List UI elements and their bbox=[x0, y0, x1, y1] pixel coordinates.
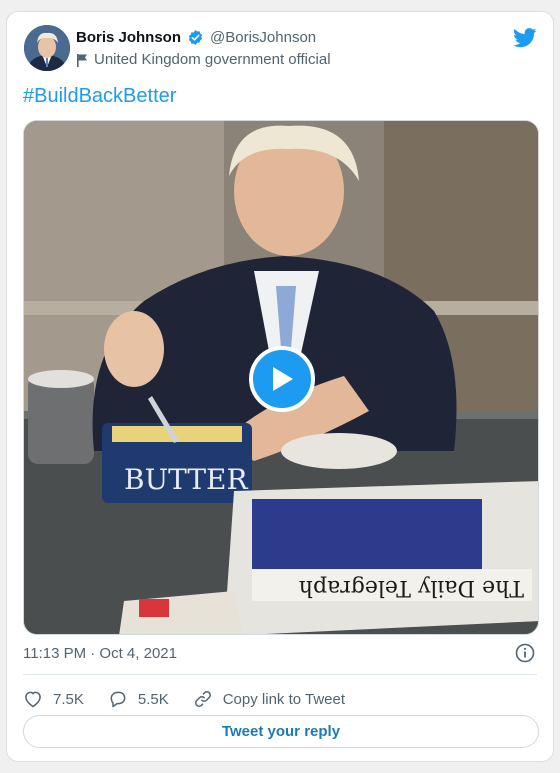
flag-icon bbox=[77, 53, 87, 67]
tweet-actions: 7.5K 5.5K Copy link to Tweet bbox=[23, 684, 345, 714]
play-button[interactable] bbox=[249, 346, 315, 412]
tweet-card: Boris Johnson @BorisJohnson United Kingd… bbox=[6, 11, 554, 762]
reply-count: 5.5K bbox=[137, 690, 169, 708]
reply-button[interactable]: 5.5K bbox=[108, 689, 169, 709]
affiliation-label: United Kingdom government official bbox=[94, 51, 331, 68]
tweet-timestamp[interactable]: 11:13 PM · Oct 4, 2021 bbox=[23, 645, 177, 662]
twitter-logo-icon[interactable] bbox=[513, 27, 537, 49]
like-count: 7.5K bbox=[53, 690, 84, 708]
divider bbox=[23, 674, 537, 675]
copy-link-button[interactable]: Copy link to Tweet bbox=[193, 689, 345, 709]
author-name-row[interactable]: Boris Johnson @BorisJohnson bbox=[76, 29, 316, 46]
verified-badge-icon bbox=[188, 30, 203, 45]
tweet-video[interactable]: BUTTER The Daily Telegraph bbox=[23, 120, 539, 635]
play-icon bbox=[273, 367, 293, 391]
newspaper-masthead: The Daily Telegraph bbox=[299, 575, 524, 600]
hashtag-link[interactable]: #BuildBackBetter bbox=[23, 85, 176, 108]
copy-link-label: Copy link to Tweet bbox=[222, 690, 346, 708]
avatar[interactable] bbox=[24, 25, 70, 71]
info-icon[interactable] bbox=[515, 643, 535, 663]
author-handle[interactable]: @BorisJohnson bbox=[210, 29, 316, 46]
reply-bubble-icon bbox=[110, 691, 126, 708]
author-display-name[interactable]: Boris Johnson bbox=[76, 29, 181, 46]
heart-icon bbox=[25, 691, 41, 708]
tweet-your-reply-button[interactable]: Tweet your reply bbox=[23, 715, 539, 748]
butter-dish-label: BUTTER bbox=[124, 463, 248, 496]
avatar-image bbox=[24, 25, 70, 71]
like-button[interactable]: 7.5K bbox=[23, 689, 84, 709]
affiliation-row: United Kingdom government official bbox=[76, 51, 331, 68]
link-icon bbox=[194, 691, 211, 707]
